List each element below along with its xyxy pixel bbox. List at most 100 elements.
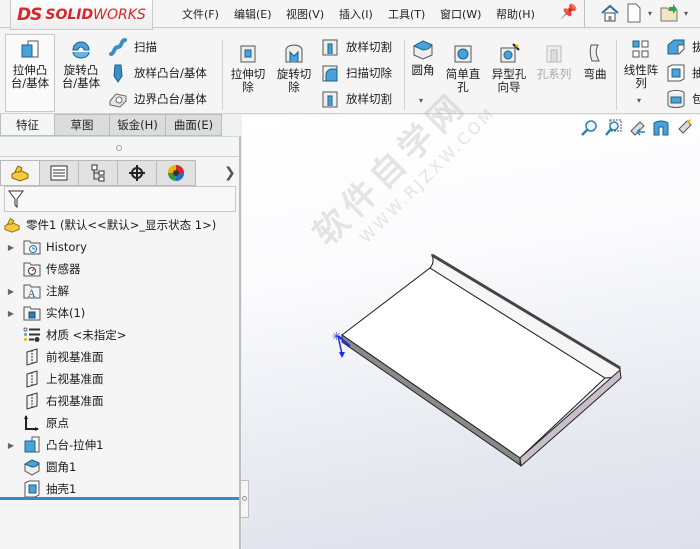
ribbon-separator: [616, 40, 617, 110]
sweep-cut-button[interactable]: 扫描切除: [320, 61, 392, 85]
fillet-button[interactable]: 圆角: [408, 30, 438, 77]
tree-node-label: 上视基准面: [46, 372, 104, 386]
pin-icon[interactable]: 📌: [560, 4, 577, 20]
loft-boss-button[interactable]: 放样凸台/基体: [108, 61, 207, 85]
chevron-down-icon[interactable]: ▾: [684, 9, 692, 18]
boundary-boss-button[interactable]: 边界凸台/基体: [108, 87, 207, 111]
zoom-to-area-icon[interactable]: [604, 118, 622, 138]
origin-icon: [23, 414, 41, 432]
sweep-icon: [109, 38, 127, 56]
expand-arrow-icon[interactable]: ▶: [5, 441, 17, 450]
plane-icon: [23, 392, 41, 410]
extrude-cut-label: 拉伸切 除: [230, 67, 266, 94]
previous-view-icon[interactable]: [628, 118, 646, 138]
menu-view[interactable]: 视图(V): [286, 6, 324, 22]
loft-boss-icon: [113, 64, 123, 83]
tree-node-fillet1[interactable]: 圆角1: [0, 456, 76, 478]
menu-tools[interactable]: 工具(T): [388, 6, 425, 22]
tab-display-manager[interactable]: [156, 160, 196, 186]
expand-arrow-icon[interactable]: ▶: [5, 243, 17, 252]
hole-wizard-icon: [500, 43, 520, 63]
zoom-to-fit-icon[interactable]: [580, 118, 598, 138]
expand-arrow-icon[interactable]: ▶: [5, 309, 17, 318]
tree-root-label: 零件1 (默认<<默认>_显示状态 1>): [26, 218, 217, 232]
section-view-icon[interactable]: [652, 118, 670, 138]
extrude-cut-button[interactable]: 拉伸切 除: [226, 34, 270, 94]
tab-surfaces[interactable]: 曲面(E): [165, 114, 222, 136]
flex-button[interactable]: 弯曲: [578, 34, 612, 81]
revolve-cut-button[interactable]: 旋转切 除: [272, 34, 316, 94]
tab-features[interactable]: 特征: [0, 114, 55, 136]
tab-feature-manager[interactable]: [0, 160, 40, 186]
tab-sheet-metal[interactable]: 钣金(H): [109, 114, 166, 136]
loft-cut-2-button[interactable]: 放样切割: [320, 87, 392, 111]
feature-tree-filter[interactable]: [4, 186, 236, 212]
extrude-boss-label: 拉伸凸 台/基体: [10, 63, 50, 90]
chevron-down-icon[interactable]: ▾: [648, 9, 656, 18]
flex-label: 弯曲: [583, 67, 607, 81]
panel-collapse-handle[interactable]: [241, 480, 249, 518]
linear-pattern-button[interactable]: 线性阵 列: [620, 30, 662, 90]
tree-node-label: History: [46, 240, 87, 254]
chevron-right-icon[interactable]: ❯: [224, 165, 236, 181]
filter-icon: [8, 190, 24, 208]
linear-pattern-icon: [632, 40, 649, 58]
menu-window[interactable]: 窗口(W): [440, 6, 481, 22]
revolve-boss-button[interactable]: 旋转凸 台/基体: [58, 30, 104, 90]
pattern-dropdown-icon[interactable]: ▾: [637, 96, 641, 105]
new-document-icon[interactable]: [624, 2, 644, 24]
simple-hole-icon: [454, 45, 472, 63]
menu-insert[interactable]: 插入(I): [339, 6, 373, 22]
menu-help[interactable]: 帮助(H): [496, 6, 535, 22]
loft-cut-button[interactable]: 放样切割: [320, 35, 392, 59]
tree-node-boss-extrude1[interactable]: ▶ 凸台-拉伸1: [0, 434, 103, 456]
tree-node-solid-bodies[interactable]: ▶ 实体(1): [0, 302, 85, 324]
tree-node-material[interactable]: 材质 <未指定>: [0, 324, 126, 346]
menu-file[interactable]: 文件(F): [182, 6, 219, 22]
tab-dimxpert-manager[interactable]: [117, 160, 157, 186]
hole-series-button[interactable]: 孔系列: [533, 34, 575, 81]
wrap-label: 包: [692, 92, 700, 106]
quick-access-toolbar: ▾ ▾: [600, 2, 692, 24]
tree-node-history[interactable]: ▶ History: [0, 236, 87, 258]
revolve-boss-label: 旋转凸 台/基体: [61, 63, 101, 90]
tree-node-label: 材质 <未指定>: [46, 328, 127, 342]
open-folder-icon[interactable]: [660, 2, 680, 24]
hole-wizard-button[interactable]: 异型孔 向导: [487, 34, 531, 94]
panel-splitter-handle[interactable]: [116, 145, 122, 151]
tree-root-part[interactable]: 零件1 (默认<<默认>_显示状态 1>): [0, 214, 216, 236]
tree-node-label: 原点: [46, 416, 69, 430]
tree-node-front-plane[interactable]: 前视基准面: [0, 346, 104, 368]
extrude-boss-button[interactable]: 拉伸凸 台/基体: [8, 30, 52, 90]
plane-icon: [23, 370, 41, 388]
shell-button[interactable]: 抽: [666, 61, 700, 85]
tree-node-label: 抽壳1: [46, 482, 77, 496]
rollback-bar[interactable]: [0, 497, 239, 500]
fillet-icon: [412, 40, 433, 60]
wrap-button[interactable]: 包: [666, 87, 700, 111]
linear-pattern-label: 线性阵 列: [623, 63, 659, 90]
sensor-folder-icon: [23, 260, 41, 278]
sweep-button[interactable]: 扫描: [108, 35, 157, 59]
tree-node-annotations[interactable]: ▶ A 注解: [0, 280, 69, 302]
tree-node-origin[interactable]: 原点: [0, 412, 69, 434]
revolve-boss-icon: [72, 41, 90, 59]
home-icon[interactable]: [600, 2, 620, 24]
tree-node-label: 圆角1: [46, 460, 77, 474]
tab-property-manager[interactable]: [39, 160, 79, 186]
draft-label: 拔: [692, 40, 700, 54]
tab-sketch[interactable]: 草图: [54, 114, 110, 136]
view-orientation-icon[interactable]: [676, 118, 694, 138]
sweep-label: 扫描: [134, 40, 157, 54]
tree-node-sensors[interactable]: 传感器: [0, 258, 81, 280]
solidworks-logo[interactable]: DS SOLID WORKS: [10, 0, 153, 30]
tree-node-right-plane[interactable]: 右视基准面: [0, 390, 104, 412]
shell-label: 抽: [692, 66, 700, 80]
sheet-tray-model[interactable]: ✳: [320, 240, 630, 470]
sweep-cut-icon: [322, 65, 338, 82]
menu-edit[interactable]: 编辑(E): [234, 6, 272, 22]
draft-button[interactable]: 拔: [666, 35, 700, 59]
expand-arrow-icon[interactable]: ▶: [5, 287, 17, 296]
tab-configuration-manager[interactable]: [78, 160, 118, 186]
tree-node-top-plane[interactable]: 上视基准面: [0, 368, 104, 390]
